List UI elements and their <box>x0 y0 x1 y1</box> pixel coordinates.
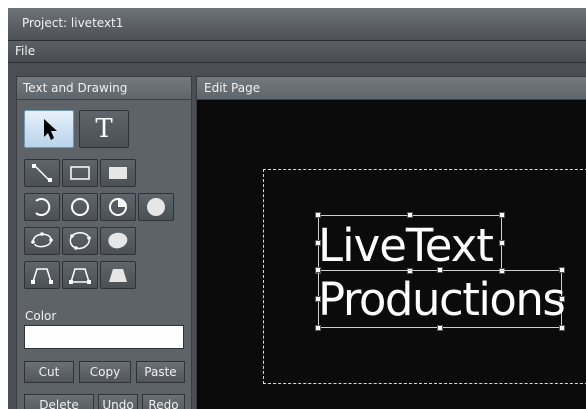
text-and-drawing-panel: Text and Drawing T Color Cut Copy Paste … <box>16 76 192 409</box>
title-bar: Project: livetext1 <box>8 8 586 41</box>
curve-closed-icon <box>69 232 91 250</box>
resize-handle[interactable] <box>499 240 505 246</box>
redo-button[interactable]: Redo <box>142 394 185 409</box>
text-tool-label: T <box>95 114 113 144</box>
rectangle-filled-tool-button[interactable] <box>100 159 136 187</box>
resize-handle[interactable] <box>559 325 565 331</box>
line-tool-button[interactable] <box>24 159 60 187</box>
cut-button[interactable]: Cut <box>24 361 74 383</box>
resize-handle[interactable] <box>559 296 565 302</box>
resize-handle[interactable] <box>315 212 321 218</box>
color-label: Color <box>25 309 57 323</box>
resize-handle[interactable] <box>407 212 413 218</box>
resize-handle[interactable] <box>437 267 443 273</box>
rectangle-outline-tool-button[interactable] <box>62 159 98 187</box>
copy-button[interactable]: Copy <box>79 361 131 383</box>
polygon-filled-tool-button[interactable] <box>100 261 136 289</box>
edit-page-title: Edit Page <box>204 81 261 95</box>
line-icon <box>32 164 52 182</box>
delete-button[interactable]: Delete <box>24 394 94 409</box>
resize-handle[interactable] <box>315 296 321 302</box>
rectangle-outline-icon <box>70 166 90 180</box>
circle-outline-icon <box>71 198 89 216</box>
arc-tool-button[interactable] <box>24 193 60 221</box>
resize-handle[interactable] <box>315 267 321 273</box>
polyline-open-tool-button[interactable] <box>24 261 60 289</box>
curve-filled-tool-button[interactable] <box>100 227 136 255</box>
pie-icon <box>109 198 127 216</box>
canvas-text-line1[interactable]: LiveText <box>318 223 494 268</box>
canvas-text-line2[interactable]: Productions <box>318 277 566 322</box>
circle-outline-tool-button[interactable] <box>62 193 98 221</box>
polyline-open-icon <box>31 268 53 284</box>
pie-tool-button[interactable] <box>100 193 136 221</box>
rectangle-filled-icon <box>109 167 127 179</box>
resize-handle[interactable] <box>499 212 505 218</box>
curve-closed-tool-button[interactable] <box>62 227 98 255</box>
color-swatch[interactable] <box>24 325 184 349</box>
resize-handle[interactable] <box>315 240 321 246</box>
paste-button[interactable]: Paste <box>136 361 185 383</box>
resize-handle[interactable] <box>437 325 443 331</box>
edit-canvas[interactable]: LiveText Productions <box>197 100 586 409</box>
polygon-filled-icon <box>109 269 127 282</box>
circle-filled-tool-button[interactable] <box>138 193 174 221</box>
edit-page-panel: Edit Page LiveText Productions <box>196 76 586 409</box>
select-tool-button[interactable] <box>24 110 74 148</box>
menu-bar: File <box>8 41 586 63</box>
circle-filled-icon <box>147 198 165 216</box>
menu-file[interactable]: File <box>15 44 35 58</box>
polygon-closed-tool-button[interactable] <box>62 261 98 289</box>
window-title: Project: livetext1 <box>22 16 124 30</box>
arrow-pointer-icon <box>44 119 57 140</box>
arc-icon <box>35 198 51 216</box>
curve-filled-icon <box>108 232 128 249</box>
resize-handle[interactable] <box>315 325 321 331</box>
polygon-closed-icon <box>69 268 91 284</box>
app-window: Project: livetext1 File Text and Drawing… <box>8 8 586 409</box>
text-tool-button[interactable]: T <box>79 110 129 148</box>
panel-header: Text and Drawing <box>17 77 191 100</box>
undo-button[interactable]: Undo <box>98 394 138 409</box>
curve-open-icon <box>31 232 53 248</box>
edit-page-header: Edit Page <box>197 77 586 100</box>
panel-title: Text and Drawing <box>23 81 128 95</box>
curve-open-tool-button[interactable] <box>24 227 60 255</box>
resize-handle[interactable] <box>559 267 565 273</box>
